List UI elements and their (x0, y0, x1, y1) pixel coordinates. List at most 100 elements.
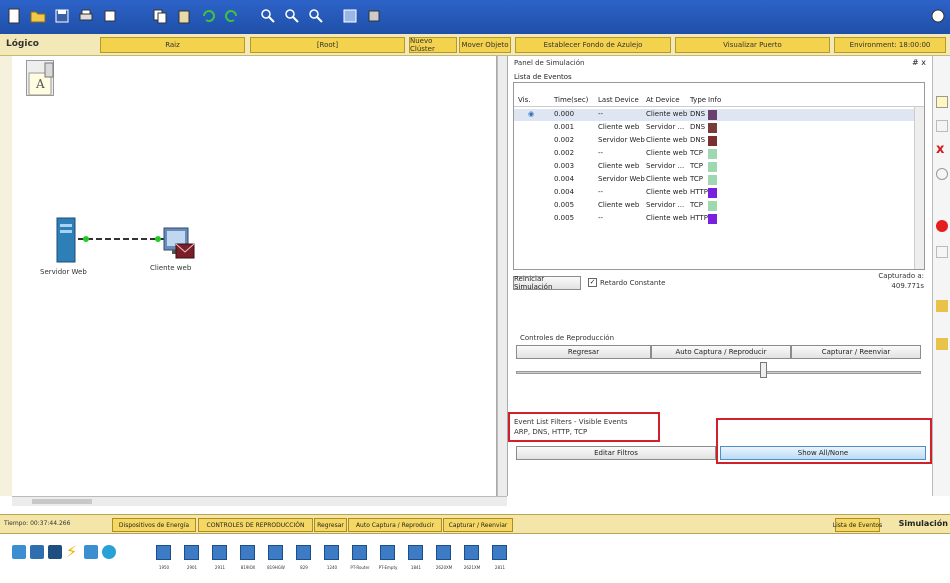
zoom-reset-icon[interactable] (282, 5, 302, 27)
event-color-swatch[interactable] (708, 188, 717, 198)
event-list-button[interactable]: Lista de Eventos (833, 518, 882, 532)
copy-icon[interactable] (150, 5, 170, 27)
note-tool-icon[interactable]: A (27, 61, 55, 97)
inspect-tool-icon[interactable] (936, 120, 948, 132)
router-model-icon[interactable] (352, 545, 367, 560)
panel-close-icon[interactable]: # x (912, 58, 926, 67)
bottom-back-button[interactable]: Regresar (314, 518, 347, 532)
event-color-swatch[interactable] (708, 110, 717, 120)
event-row[interactable]: ◉ 0.000 -- Cliente web DNS (514, 109, 924, 121)
bottom-capture-forward-button[interactable]: Capturar / Reenviar (443, 518, 513, 532)
col-last-device[interactable]: Last Device (598, 96, 639, 104)
event-list[interactable]: Vis. Time(sec) Last Device At Device Typ… (513, 82, 925, 270)
new-cluster-button[interactable]: Nuevo Clúster (409, 37, 457, 53)
open-folder-icon[interactable] (28, 5, 48, 27)
save-icon[interactable] (52, 5, 72, 27)
event-color-swatch[interactable] (708, 201, 717, 211)
canvas-horizontal-scrollbar[interactable] (12, 496, 507, 506)
event-row[interactable]: 0.003 Cliente web Servidor ... TCP (514, 161, 924, 173)
event-row[interactable]: 0.005 -- Cliente web HTTP (514, 213, 924, 225)
event-color-swatch[interactable] (708, 214, 717, 224)
routers-category-icon[interactable] (12, 545, 26, 559)
complex-pdu-icon[interactable] (936, 338, 948, 350)
event-row[interactable]: 0.004 Servidor Web Cliente web TCP (514, 174, 924, 186)
event-row[interactable]: 0.005 Cliente web Servidor ... TCP (514, 200, 924, 212)
simulation-mode-label[interactable]: Simulación (899, 519, 948, 528)
hubs-category-icon[interactable] (48, 545, 62, 559)
logical-workspace[interactable]: A Servidor Web Cliente web (12, 56, 497, 496)
server-icon[interactable] (54, 216, 78, 266)
wizard-icon[interactable] (100, 5, 120, 27)
event-row[interactable]: 0.002 -- Cliente web TCP (514, 148, 924, 160)
paste-icon[interactable] (174, 5, 194, 27)
router-model-icon[interactable] (184, 545, 199, 560)
router-model-icon[interactable] (408, 545, 423, 560)
zoom-in-icon[interactable] (258, 5, 278, 27)
event-color-swatch[interactable] (708, 123, 717, 133)
edit-filters-button[interactable]: Editar Filtros (516, 446, 716, 460)
switches-category-icon[interactable] (30, 545, 44, 559)
root-button[interactable]: Raiz (100, 37, 245, 53)
resize-tool-icon[interactable] (936, 168, 948, 180)
move-object-button[interactable]: Mover Objeto (459, 37, 511, 53)
link-cable[interactable] (76, 234, 168, 244)
zoom-out-icon[interactable] (306, 5, 326, 27)
router-model-icon[interactable] (240, 545, 255, 560)
connections-category-icon[interactable]: ⚡ (66, 544, 80, 560)
router-model-icon[interactable] (268, 545, 283, 560)
col-time[interactable]: Time(sec) (554, 96, 588, 104)
event-row[interactable]: 0.002 Servidor Web Cliente web DNS (514, 135, 924, 147)
envelope-icon[interactable] (936, 300, 948, 312)
palette-icon[interactable] (340, 5, 360, 27)
event-list-scrollbar[interactable] (914, 107, 924, 269)
view-port-button[interactable]: Visualizar Puerto (675, 37, 830, 53)
bottom-auto-capture-button[interactable]: Auto Captura / Reproducir (348, 518, 442, 532)
reset-simulation-button[interactable]: Reiniciar Simulación (513, 275, 581, 291)
help-icon[interactable] (928, 5, 948, 27)
set-background-button[interactable]: Establecer Fondo de Azulejo (515, 37, 671, 53)
pc-icon[interactable] (162, 226, 196, 266)
environment-button[interactable]: Environment: 18:00:00 (834, 37, 946, 53)
end-devices-category-icon[interactable] (84, 545, 98, 559)
undo-icon[interactable] (198, 5, 218, 27)
event-color-swatch[interactable] (708, 149, 717, 159)
router-model-icon[interactable] (380, 545, 395, 560)
event-row[interactable]: 0.004 -- Cliente web HTTP (514, 187, 924, 199)
router-model-icon[interactable] (324, 545, 339, 560)
event-color-swatch[interactable] (708, 175, 717, 185)
playback-speed-slider[interactable] (516, 371, 921, 374)
capture-forward-button[interactable]: Capturar / Reenviar (791, 345, 921, 359)
delete-tool-icon[interactable]: x (936, 143, 948, 156)
router-model-icon[interactable] (156, 545, 171, 560)
power-cycle-button[interactable]: Dispositivos de Energía (112, 518, 196, 532)
slider-thumb[interactable] (760, 362, 767, 378)
scrollbar-thumb[interactable] (32, 499, 92, 504)
router-model-icon[interactable] (464, 545, 479, 560)
router-model-icon[interactable] (296, 545, 311, 560)
playback-controls-button[interactable]: CONTROLES DE REPRODUCCIÓN (198, 518, 313, 532)
root-path-button[interactable]: [Root] (250, 37, 405, 53)
col-at-device[interactable]: At Device (646, 96, 680, 104)
event-row[interactable]: 0.001 Cliente web Servidor ... DNS (514, 122, 924, 134)
event-color-swatch[interactable] (708, 136, 717, 146)
router-model-icon[interactable] (492, 545, 507, 560)
router-model-icon[interactable] (212, 545, 227, 560)
print-icon[interactable] (76, 5, 96, 27)
new-file-icon[interactable] (4, 5, 24, 27)
router-model-icon[interactable] (436, 545, 451, 560)
canvas-vertical-scrollbar[interactable] (497, 56, 507, 496)
col-type[interactable]: Type (690, 96, 706, 104)
back-button[interactable]: Regresar (516, 345, 651, 359)
wan-cloud-category-icon[interactable] (102, 545, 116, 559)
draw-shape-icon[interactable] (936, 246, 948, 258)
add-pdu-icon[interactable] (936, 220, 948, 232)
select-tool-icon[interactable] (936, 96, 948, 108)
constant-delay-checkbox[interactable]: ✓ (588, 278, 597, 287)
col-vis[interactable]: Vis. (518, 96, 530, 104)
col-info[interactable]: Info (708, 96, 721, 104)
auto-capture-button[interactable]: Auto Captura / Reproducir (651, 345, 791, 359)
tool-palette[interactable]: A (26, 60, 54, 96)
redo-icon[interactable] (222, 5, 242, 27)
custom-device-icon[interactable] (364, 5, 384, 27)
event-color-swatch[interactable] (708, 162, 717, 172)
